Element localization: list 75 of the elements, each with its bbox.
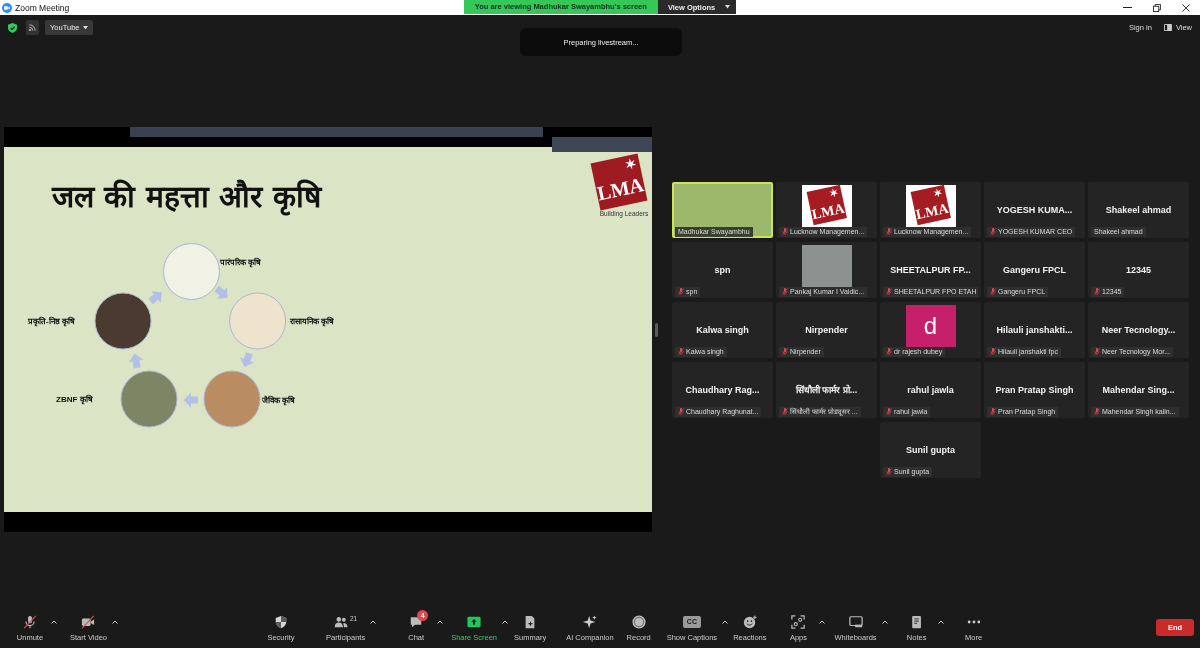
muted-mic-icon [678, 288, 684, 295]
caret-icon [112, 619, 118, 624]
lma-logo: LMA [801, 184, 852, 227]
cycle-arrow [183, 392, 198, 408]
muted-mic-icon [678, 408, 684, 415]
participant-name: Neer Tecnology... [1101, 324, 1176, 335]
avatar: d [905, 304, 956, 347]
muted-mic-icon [1094, 348, 1100, 355]
slide-title: जल की महत्ता और कृषि [52, 178, 321, 216]
caret-icon [725, 5, 731, 9]
stage-label: जैविक कृषि [262, 396, 296, 406]
participant-name: rahul jawla [907, 384, 954, 395]
stage-label: पारंपरिक कृषि [220, 258, 262, 268]
photo-placeholder [801, 244, 852, 287]
caret-icon [502, 619, 509, 624]
layout-icon [1163, 24, 1172, 31]
caret-icon [937, 619, 944, 624]
window-title: Zoom Meeting [15, 2, 70, 13]
participant-name: Kalwa singh [696, 324, 749, 335]
stage-label: रासायनिक कृषि [290, 317, 335, 327]
shield-icon [8, 22, 17, 33]
caret-icon [437, 619, 444, 624]
muted-mic-icon [782, 408, 788, 415]
cycle-arrow [128, 353, 144, 369]
muted-mic-icon [886, 408, 892, 415]
cycle-arrow [214, 285, 228, 299]
splitter-handle[interactable] [655, 322, 658, 337]
photo-placeholder [120, 370, 178, 428]
participant-name: Hilauli janshakti... [996, 324, 1073, 335]
muted-mic-icon [990, 288, 996, 295]
muted-mic-icon [1094, 288, 1100, 295]
muted-mic-icon [990, 228, 996, 235]
participant-name: Shakeel ahmad [1105, 204, 1172, 215]
participant-name: Gangeru FPCL [1003, 264, 1066, 275]
lma-logo: LMA [905, 184, 956, 227]
muted-mic-icon [886, 348, 892, 355]
participant-name: 12345 [1126, 264, 1151, 275]
cycle-arrow [239, 352, 255, 368]
stage-label: ZBNF कृषि [56, 395, 93, 405]
muted-mic-icon [990, 348, 996, 355]
photo-placeholder [94, 292, 152, 350]
muted-mic-icon [886, 228, 892, 235]
cycle-arrow [148, 291, 162, 305]
photo-placeholder [229, 292, 287, 350]
close-icon [1181, 3, 1190, 12]
caret-icon [83, 25, 89, 30]
stage-label: प्रकृति-निष्ठ कृषि [28, 317, 75, 327]
caret-icon [881, 619, 888, 624]
participant-name: Nirpender [805, 324, 848, 335]
muted-mic-icon [886, 468, 892, 475]
muted-mic-icon [678, 348, 684, 355]
participant-name: Sunil gupta [906, 444, 955, 455]
participant-name: spn [714, 264, 731, 275]
illustration-placeholder [163, 243, 220, 300]
caret-icon [370, 619, 377, 624]
photo-placeholder [203, 370, 261, 428]
muted-mic-icon [1094, 408, 1100, 415]
participant-name: SHEETALPUR FP... [890, 264, 971, 275]
muted-mic-icon [782, 228, 788, 235]
participant-name: सिंधौली फार्मर प्रो... [795, 383, 858, 396]
livestream-button[interactable] [26, 20, 39, 35]
muted-mic-icon [886, 288, 892, 295]
participant-name: Pran Pratap Singh [995, 384, 1074, 395]
muted-mic-icon [990, 408, 996, 415]
restore-icon [1152, 3, 1161, 12]
participant-name: Mahendar Sing... [1102, 384, 1175, 395]
minimize-icon [1123, 7, 1132, 8]
muted-mic-icon [782, 348, 788, 355]
participant-name: YOGESH KUMA... [996, 204, 1073, 215]
caret-icon [51, 619, 57, 624]
caret-icon [819, 619, 826, 624]
broadcast-icon [29, 24, 36, 31]
participant-name: Chaudhary Rag... [685, 384, 760, 395]
muted-mic-icon [782, 288, 788, 295]
caret-icon [722, 619, 729, 624]
